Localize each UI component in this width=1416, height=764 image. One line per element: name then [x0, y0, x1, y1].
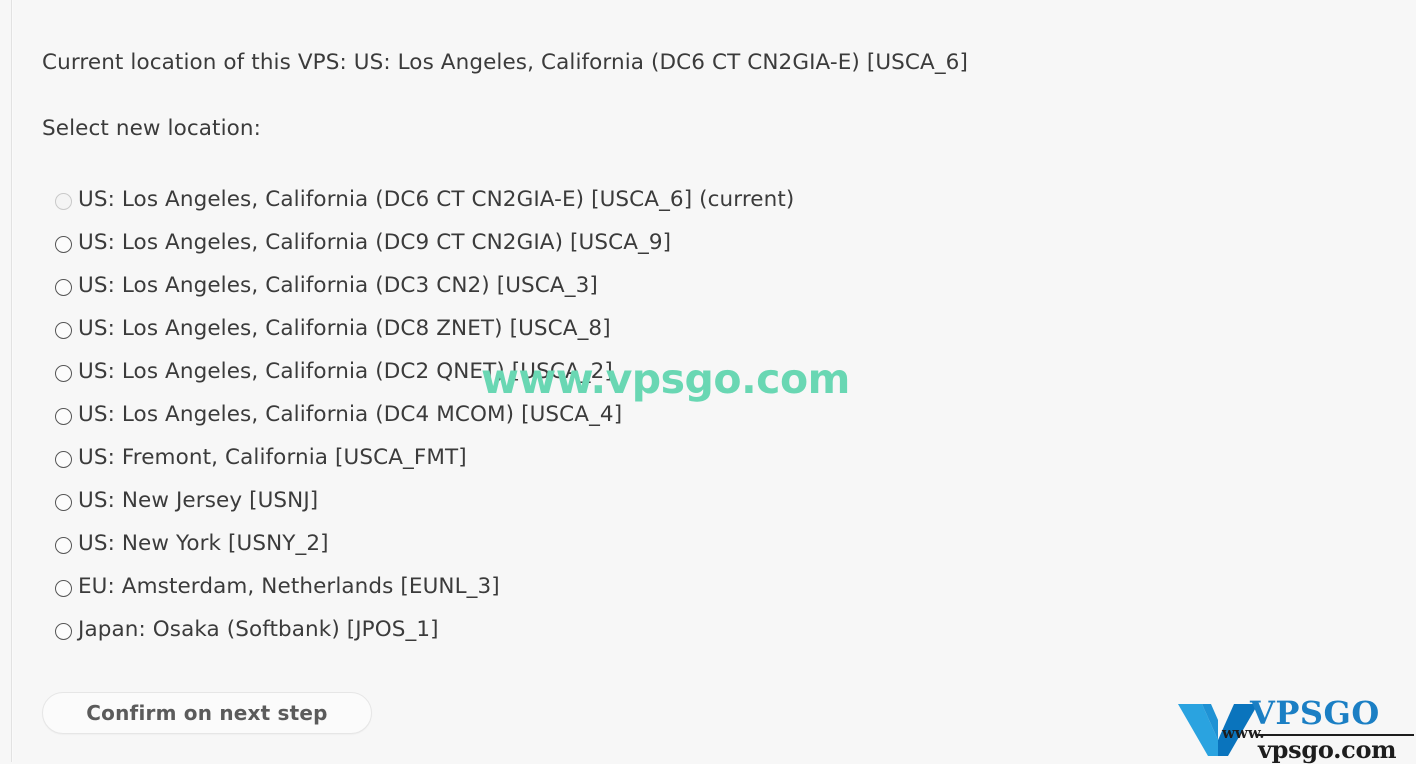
logo-text-block: VPSGO www. vpsgo.com	[1222, 694, 1416, 764]
list-item-label: US: Fremont, California [USCA_FMT]	[78, 445, 467, 470]
list-item[interactable]: US: New Jersey [USNJ]	[50, 479, 794, 522]
list-item-label: US: Los Angeles, California (DC9 CT CN2G…	[78, 230, 672, 255]
list-item[interactable]: US: Los Angeles, California (DC6 CT CN2G…	[50, 178, 794, 221]
radio-usca-fmt[interactable]	[55, 450, 72, 468]
confirm-on-next-step-button[interactable]: Confirm on next step	[42, 692, 372, 734]
list-item[interactable]: US: Fremont, California [USCA_FMT]	[50, 436, 794, 479]
list-item-label: US: New Jersey [USNJ]	[78, 488, 319, 513]
radio-usca-9[interactable]	[55, 235, 72, 253]
logo-brand-text: VPSGO	[1250, 694, 1380, 732]
radio-usca-6	[55, 192, 72, 210]
list-item[interactable]: US: Los Angeles, California (DC8 ZNET) […	[50, 307, 794, 350]
list-item[interactable]: US: Los Angeles, California (DC3 CN2) [U…	[50, 264, 794, 307]
list-item[interactable]: US: Los Angeles, California (DC2 QNET) […	[50, 350, 794, 393]
list-item-label: US: Los Angeles, California (DC4 MCOM) […	[78, 402, 623, 427]
radio-usca-4[interactable]	[55, 407, 72, 425]
select-new-location-label: Select new location:	[42, 116, 261, 141]
radio-jpos-1[interactable]	[55, 622, 72, 640]
list-item-label: US: Los Angeles, California (DC3 CN2) [U…	[78, 273, 598, 298]
list-item[interactable]: US: New York [USNY_2]	[50, 522, 794, 565]
radio-eunl-3[interactable]	[55, 579, 72, 597]
radio-usca-2[interactable]	[55, 364, 72, 382]
list-item[interactable]: Japan: Osaka (Softbank) [JPOS_1]	[50, 608, 794, 651]
radio-usny-2[interactable]	[55, 536, 72, 554]
list-item-label: US: New York [USNY_2]	[78, 531, 329, 556]
confirm-button-container: Confirm on next step	[42, 692, 372, 734]
current-location-text: Current location of this VPS: US: Los An…	[42, 50, 968, 75]
radio-usnj[interactable]	[55, 493, 72, 511]
list-item-label: Japan: Osaka (Softbank) [JPOS_1]	[78, 617, 439, 642]
list-item[interactable]: US: Los Angeles, California (DC9 CT CN2G…	[50, 221, 794, 264]
left-border-rule-highlight	[12, 0, 13, 762]
logo-domain-text: vpsgo.com	[1258, 735, 1397, 764]
list-item-label: US: Los Angeles, California (DC2 QNET) […	[78, 359, 613, 384]
page-root: Current location of this VPS: US: Los An…	[0, 0, 1416, 764]
vpsgo-logo: VPSGO www. vpsgo.com	[1178, 694, 1416, 764]
radio-usca-8[interactable]	[55, 321, 72, 339]
list-item[interactable]: EU: Amsterdam, Netherlands [EUNL_3]	[50, 565, 794, 608]
location-radio-group: US: Los Angeles, California (DC6 CT CN2G…	[50, 178, 794, 651]
radio-usca-3[interactable]	[55, 278, 72, 296]
list-item-label: US: Los Angeles, California (DC6 CT CN2G…	[78, 187, 795, 212]
list-item-label: US: Los Angeles, California (DC8 ZNET) […	[78, 316, 611, 341]
list-item-label: EU: Amsterdam, Netherlands [EUNL_3]	[78, 574, 500, 599]
list-item[interactable]: US: Los Angeles, California (DC4 MCOM) […	[50, 393, 794, 436]
